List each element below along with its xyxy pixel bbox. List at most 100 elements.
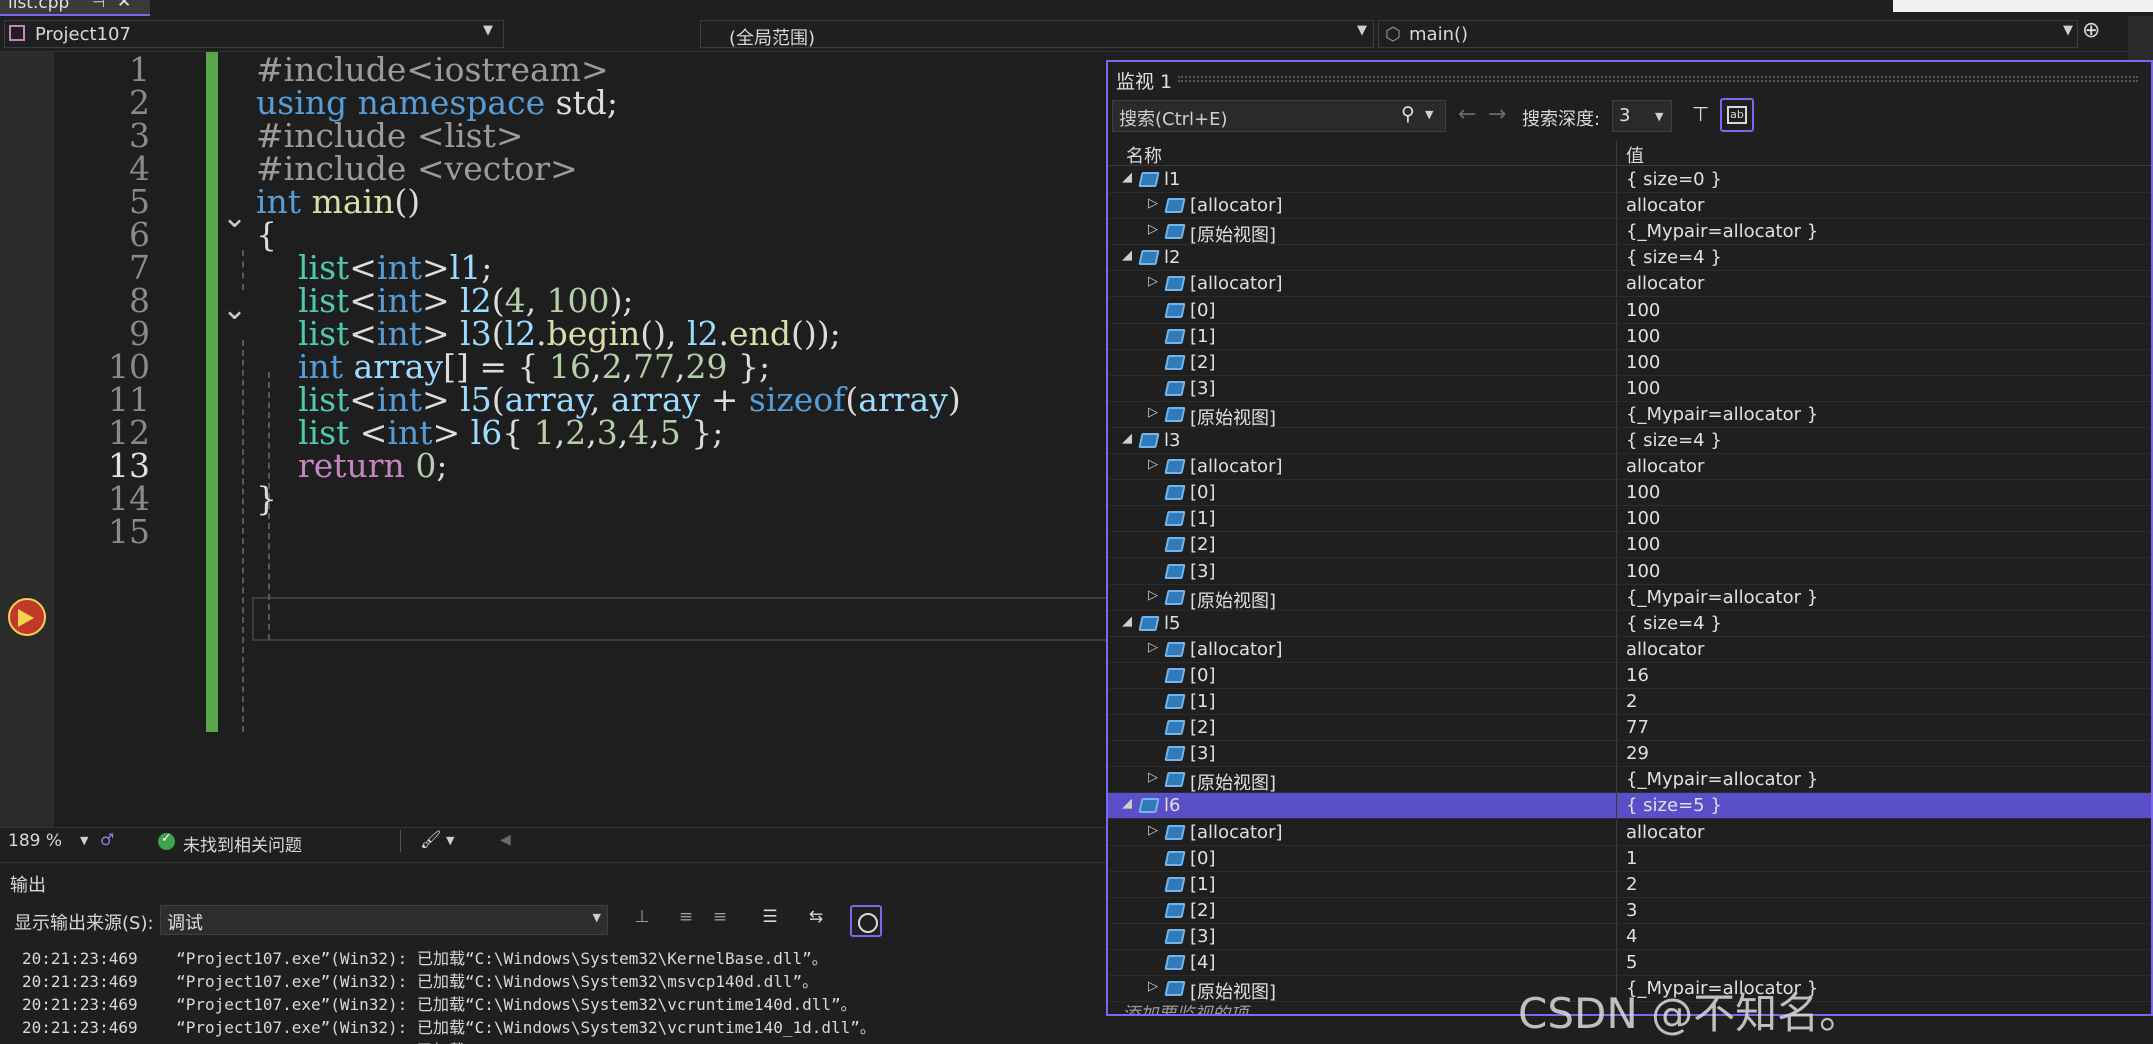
fold-toggle-icon[interactable]: ⌄ bbox=[222, 200, 247, 235]
watch-item-value[interactable]: 29 bbox=[1626, 743, 1649, 764]
watch-item-value[interactable]: allocator bbox=[1626, 273, 1704, 294]
watch-item-value[interactable]: { size=4 } bbox=[1626, 247, 1722, 268]
expand-triangle-icon[interactable]: ▷ bbox=[1148, 979, 1158, 994]
scroll-left-icon[interactable]: ◀ bbox=[500, 832, 511, 848]
output-source-dropdown[interactable]: 调试 ▼ bbox=[160, 905, 608, 935]
clear-all-icon[interactable]: ☰ bbox=[756, 907, 784, 935]
collapse-triangle-icon[interactable]: ◢ bbox=[1122, 614, 1132, 629]
project-dropdown[interactable]: Project107 ▼ bbox=[4, 20, 504, 48]
code-line[interactable]: } bbox=[256, 479, 277, 518]
watch-item-value[interactable]: 2 bbox=[1626, 874, 1637, 895]
watch-item-value[interactable]: {_Mypair=allocator } bbox=[1626, 587, 1818, 608]
search-depth-dropdown[interactable]: 3 ▼ bbox=[1612, 100, 1672, 132]
search-forward-icon[interactable]: → bbox=[1488, 102, 1506, 127]
pin-icon[interactable]: ⊤ bbox=[1692, 102, 1709, 126]
glyph-margin[interactable] bbox=[0, 52, 54, 827]
split-window-icon[interactable]: ⊕ bbox=[2082, 18, 2100, 43]
watch-item-value[interactable]: { size=4 } bbox=[1626, 430, 1722, 451]
code-line[interactable]: return 0; bbox=[256, 446, 447, 485]
watch-item-value[interactable]: allocator bbox=[1626, 822, 1704, 843]
watch-row[interactable]: [1] 2 bbox=[1108, 689, 2151, 715]
watch-item-value[interactable]: 100 bbox=[1626, 300, 1660, 321]
watch-row[interactable]: ▷ [原始视图] {_Mypair=allocator } bbox=[1108, 767, 2151, 794]
watch-row[interactable]: [0] 100 bbox=[1108, 480, 2151, 507]
watch-row[interactable]: ▷ [原始视图] {_Mypair=allocator } bbox=[1108, 401, 2151, 429]
watch-row[interactable]: [0] 100 bbox=[1108, 297, 2151, 324]
expand-triangle-icon[interactable]: ▷ bbox=[1148, 405, 1158, 420]
watch-row[interactable]: ◢ l1 { size=0 } bbox=[1108, 167, 2151, 193]
find-message-icon[interactable]: ⊥ bbox=[628, 907, 656, 935]
watch-row[interactable]: ▷ [原始视图] {_Mypair=allocator } bbox=[1108, 219, 2151, 246]
watch-row[interactable]: ▷ [allocator] allocator bbox=[1108, 819, 2151, 846]
watch-row[interactable]: ▷ [allocator] allocator bbox=[1108, 271, 2151, 298]
collapse-triangle-icon[interactable]: ◢ bbox=[1122, 248, 1132, 263]
watch-drag-grip[interactable] bbox=[1178, 76, 2138, 82]
watch-row[interactable]: [1] 100 bbox=[1108, 506, 2151, 533]
watch-item-value[interactable]: allocator bbox=[1626, 456, 1704, 477]
watch-item-value[interactable]: 77 bbox=[1626, 717, 1649, 738]
function-dropdown[interactable]: ⬡ main() ▼ bbox=[1378, 20, 2078, 48]
watch-row[interactable]: ▷ [allocator] allocator bbox=[1108, 636, 2151, 663]
watch-item-value[interactable]: 100 bbox=[1626, 508, 1660, 529]
prev-message-icon[interactable]: ≡ bbox=[672, 907, 700, 935]
watch-row[interactable]: ◢ l3 { size=4 } bbox=[1108, 428, 2151, 454]
chevron-down-icon[interactable]: ▼ bbox=[1425, 108, 1433, 121]
watch-item-value[interactable]: {_Mypair=allocator } bbox=[1626, 769, 1818, 790]
chevron-down-icon[interactable]: ▼ bbox=[446, 834, 454, 847]
watch-item-value[interactable]: { size=5 } bbox=[1626, 795, 1722, 816]
watch-item-value[interactable]: {_Mypair=allocator } bbox=[1626, 404, 1818, 425]
watch-row[interactable]: [2] 3 bbox=[1108, 897, 2151, 924]
watch-row[interactable]: [3] 100 bbox=[1108, 558, 2151, 585]
watch-item-value[interactable]: { size=0 } bbox=[1626, 169, 1722, 190]
watch-row[interactable]: [2] 100 bbox=[1108, 532, 2151, 559]
expand-triangle-icon[interactable]: ▷ bbox=[1148, 588, 1158, 603]
watch-row[interactable]: [1] 2 bbox=[1108, 871, 2151, 898]
expand-triangle-icon[interactable]: ▷ bbox=[1148, 222, 1158, 237]
next-message-icon[interactable]: ≡ bbox=[706, 907, 734, 935]
watch-row[interactable]: [1] 100 bbox=[1108, 323, 2151, 350]
watch-item-value[interactable]: 100 bbox=[1626, 352, 1660, 373]
watch-row[interactable]: [3] 29 bbox=[1108, 741, 2151, 768]
column-value-header[interactable]: 值 bbox=[1626, 142, 1644, 168]
watch-row[interactable]: [2] 77 bbox=[1108, 715, 2151, 742]
collapse-triangle-icon[interactable]: ◢ bbox=[1122, 796, 1132, 811]
scope-dropdown[interactable]: (全局范围) ▼ bbox=[700, 20, 1374, 49]
expand-triangle-icon[interactable]: ▷ bbox=[1148, 457, 1158, 472]
pin-icon[interactable]: ⊣ bbox=[92, 0, 105, 11]
expand-triangle-icon[interactable]: ▷ bbox=[1148, 640, 1158, 655]
fold-toggle-icon[interactable]: ⌄ bbox=[222, 292, 247, 327]
collapse-triangle-icon[interactable]: ◢ bbox=[1122, 431, 1132, 446]
watch-item-value[interactable]: 100 bbox=[1626, 561, 1660, 582]
watch-row[interactable]: ▷ [allocator] allocator bbox=[1108, 193, 2151, 220]
watch-item-value[interactable]: 3 bbox=[1626, 900, 1637, 921]
watch-row[interactable]: ▷ [allocator] allocator bbox=[1108, 454, 2151, 481]
watch-item-value[interactable]: 1 bbox=[1626, 848, 1637, 869]
search-back-icon[interactable]: ← bbox=[1458, 102, 1476, 127]
watch-row[interactable]: ◢ l2 { size=4 } bbox=[1108, 245, 2151, 272]
watch-row[interactable]: ◢ l6 { size=5 } bbox=[1108, 793, 2151, 820]
watch-item-value[interactable]: {_Mypair=allocator } bbox=[1626, 221, 1818, 242]
git-icon[interactable]: ♂ bbox=[100, 830, 114, 849]
watch-item-value[interactable]: 16 bbox=[1626, 665, 1649, 686]
watch-item-value[interactable]: 100 bbox=[1626, 482, 1660, 503]
code-cleanup-icon[interactable]: 🖌 bbox=[420, 830, 442, 850]
watch-row[interactable]: [0] 16 bbox=[1108, 662, 2151, 689]
watch-row[interactable]: [3] 4 bbox=[1108, 923, 2151, 950]
timestamp-toggle-icon[interactable] bbox=[850, 905, 882, 937]
watch-row[interactable]: [0] 1 bbox=[1108, 845, 2151, 872]
collapse-triangle-icon[interactable]: ◢ bbox=[1122, 170, 1132, 185]
column-name-header[interactable]: 名称 bbox=[1126, 142, 1162, 168]
close-tab-icon[interactable]: ✕ bbox=[117, 0, 131, 12]
watch-row[interactable]: [4] 5 bbox=[1108, 950, 2151, 976]
watch-row[interactable]: [2] 100 bbox=[1108, 349, 2151, 376]
hex-display-toggle[interactable]: ab bbox=[1720, 98, 1754, 132]
expand-triangle-icon[interactable]: ▷ bbox=[1148, 770, 1158, 785]
code-editor[interactable]: 1 2 3 4 5 6 7 8 9 10 11 12 13 14 15 ⌄ ⌄ #include<iostr… bbox=[0, 52, 1106, 827]
expand-triangle-icon[interactable]: ▷ bbox=[1148, 823, 1158, 838]
add-watch-item[interactable]: 添加要监视的项 bbox=[1122, 1000, 1248, 1014]
column-divider[interactable] bbox=[1616, 140, 1617, 166]
watch-item-value[interactable]: 100 bbox=[1626, 378, 1660, 399]
expand-triangle-icon[interactable]: ▷ bbox=[1148, 274, 1158, 289]
watch-item-value[interactable]: allocator bbox=[1626, 195, 1704, 216]
watch-row[interactable]: [3] 100 bbox=[1108, 375, 2151, 402]
